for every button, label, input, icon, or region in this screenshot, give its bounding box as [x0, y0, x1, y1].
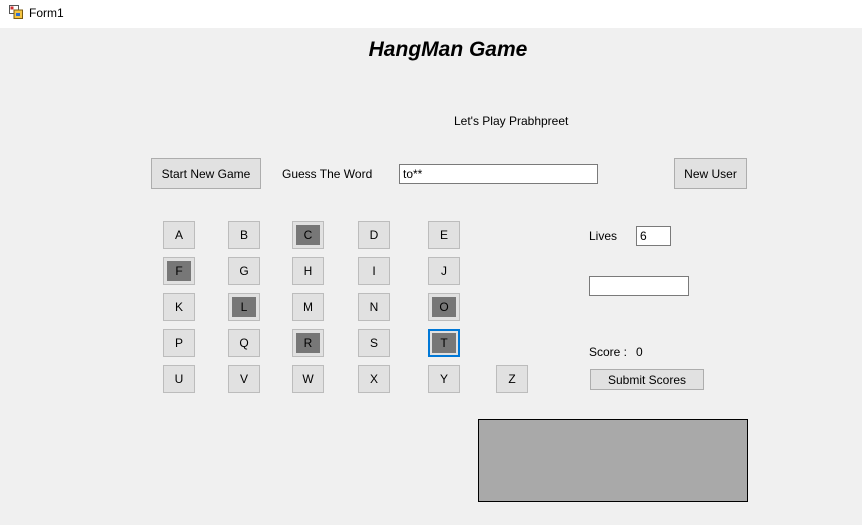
letter-label: K	[174, 300, 183, 314]
letter-button-r[interactable]: R	[292, 329, 324, 357]
letter-label: P	[174, 336, 183, 350]
letter-label: M	[303, 300, 313, 314]
letter-label: U	[174, 372, 184, 386]
new-user-button[interactable]: New User	[674, 158, 747, 189]
form-icon	[9, 5, 23, 19]
letter-label: A	[174, 228, 183, 242]
letter-button-w[interactable]: W	[292, 365, 324, 393]
lives-label: Lives	[589, 229, 618, 243]
letter-button-a[interactable]: A	[163, 221, 195, 249]
letter-label: R	[296, 333, 320, 353]
game-title: HangMan Game	[368, 38, 528, 61]
letter-label: T	[432, 333, 456, 353]
letter-label: Y	[439, 372, 448, 386]
letter-button-j[interactable]: J	[428, 257, 460, 285]
letter-label: S	[369, 336, 378, 350]
letter-label: L	[232, 297, 256, 317]
letter-button-x[interactable]: X	[358, 365, 390, 393]
guess-word-field[interactable]: to**	[399, 164, 598, 184]
window-titlebar: Form1	[0, 0, 862, 28]
guess-word-label: Guess The Word	[282, 167, 373, 181]
letter-button-d[interactable]: D	[358, 221, 390, 249]
letter-label: N	[369, 300, 379, 314]
letter-label: V	[239, 372, 248, 386]
letter-button-y[interactable]: Y	[428, 365, 460, 393]
letter-label: B	[239, 228, 248, 242]
letter-label: I	[372, 264, 376, 278]
letter-label: G	[239, 264, 249, 278]
score-value: 0	[636, 345, 643, 359]
lives-field[interactable]: 6	[636, 226, 671, 246]
letter-button-q[interactable]: Q	[228, 329, 260, 357]
letter-button-k[interactable]: K	[163, 293, 195, 321]
letter-button-v[interactable]: V	[228, 365, 260, 393]
letter-label: Z	[508, 372, 516, 386]
letter-button-m[interactable]: M	[292, 293, 324, 321]
letter-button-f[interactable]: F	[163, 257, 195, 285]
letter-label: W	[302, 372, 314, 386]
letter-label: H	[303, 264, 313, 278]
greeting-label: Let's Play Prabhpreet	[454, 114, 569, 128]
letter-label: F	[167, 261, 191, 281]
letter-button-o[interactable]: O	[428, 293, 460, 321]
letter-label: C	[296, 225, 320, 245]
letter-button-z[interactable]: Z	[496, 365, 528, 393]
letter-label: X	[369, 372, 378, 386]
letter-button-e[interactable]: E	[428, 221, 460, 249]
letter-button-b[interactable]: B	[228, 221, 260, 249]
letter-button-g[interactable]: G	[228, 257, 260, 285]
submit-scores-button[interactable]: Submit Scores	[590, 369, 704, 390]
letter-button-h[interactable]: H	[292, 257, 324, 285]
letter-button-u[interactable]: U	[163, 365, 195, 393]
score-label: Score :	[589, 345, 628, 359]
letter-button-s[interactable]: S	[358, 329, 390, 357]
letter-button-c[interactable]: C	[292, 221, 324, 249]
start-new-game-button[interactable]: Start New Game	[151, 158, 261, 189]
hangman-drawing-area	[478, 419, 748, 502]
letter-label: O	[432, 297, 456, 317]
letter-label: Q	[239, 336, 249, 350]
letter-button-t[interactable]: T	[428, 329, 460, 357]
secondary-input[interactable]	[589, 276, 689, 296]
letter-button-i[interactable]: I	[358, 257, 390, 285]
letter-label: J	[441, 264, 447, 278]
letter-label: E	[439, 228, 448, 242]
letter-button-p[interactable]: P	[163, 329, 195, 357]
letter-label: D	[369, 228, 379, 242]
letter-button-n[interactable]: N	[358, 293, 390, 321]
window-title: Form1	[29, 6, 64, 20]
letter-button-l[interactable]: L	[228, 293, 260, 321]
